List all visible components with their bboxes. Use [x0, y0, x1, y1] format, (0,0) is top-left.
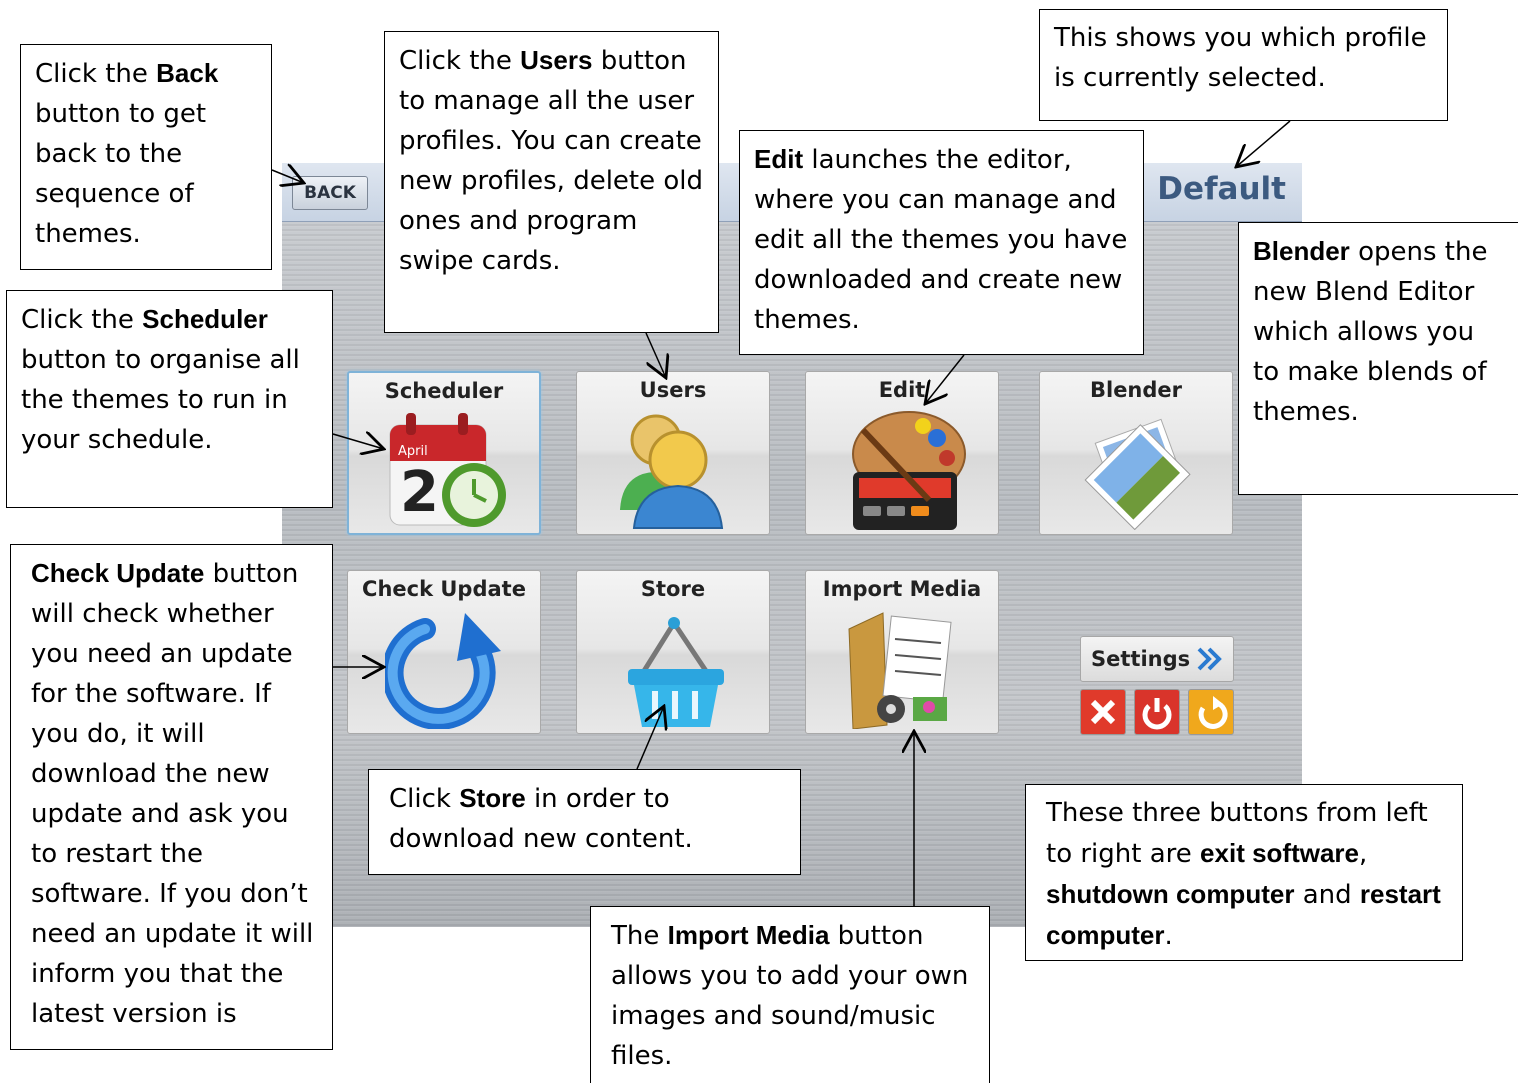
- arrow-scheduler: [332, 434, 384, 449]
- arrow-users: [645, 332, 666, 378]
- arrow-back: [271, 170, 304, 183]
- arrow-store: [636, 706, 664, 770]
- arrow-edit: [925, 354, 965, 404]
- callout-arrows: [271, 120, 1291, 906]
- arrow-profile: [1236, 120, 1291, 167]
